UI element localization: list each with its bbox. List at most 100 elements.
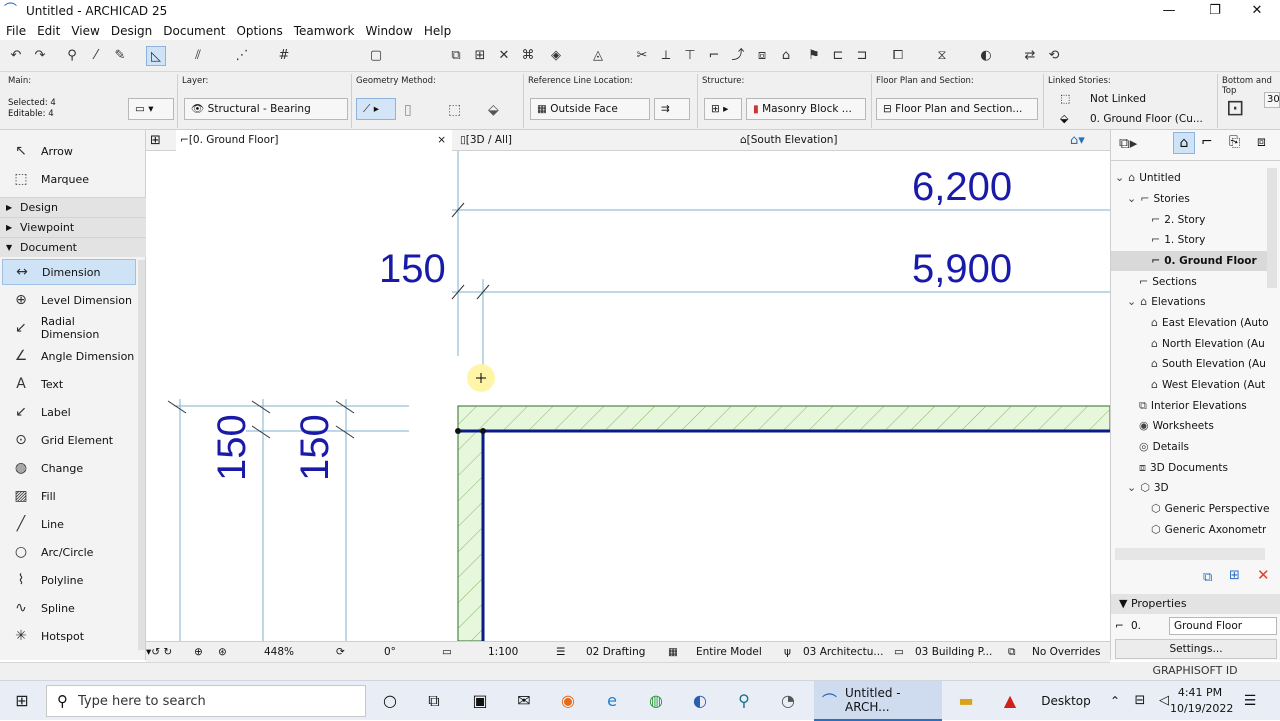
roof-icon[interactable]: ⌂ (776, 46, 796, 66)
edit-selection-icon[interactable]: ⧉ (446, 46, 466, 66)
publisher-icon[interactable]: ⧈ (1257, 134, 1266, 150)
scale-value[interactable]: 1:100 (488, 642, 518, 663)
tree-item-untitled[interactable]: ⌄ ⌂ Untitled (1115, 168, 1181, 188)
store-icon[interactable]: ▣ (466, 681, 494, 721)
model-view-option[interactable]: Entire Model (696, 642, 762, 663)
close-button[interactable]: ✕ (1234, 0, 1280, 22)
tool-text[interactable]: A Text (2, 371, 136, 397)
tool-dimension[interactable]: ↔ Dimension (2, 259, 136, 285)
floor-plan-dropdown[interactable]: ⊟ Floor Plan and Section... (876, 98, 1038, 120)
tab-overflow-icon[interactable]: ⌂▾ (1070, 130, 1085, 151)
snap-guides-icon[interactable]: ⫽ (188, 46, 208, 66)
settings-button[interactable]: Settings... (1115, 639, 1277, 659)
firefox-icon[interactable]: ◉ (554, 681, 582, 721)
flag-icon[interactable]: ⚑ (804, 46, 824, 66)
tree-item-west-elevation[interactable]: ⌂ West Elevation (Aut (1151, 375, 1265, 395)
taskbar-search[interactable]: ⚲ Type here to search (46, 685, 366, 717)
trim-icon[interactable]: ✂ (632, 46, 652, 66)
split-icon[interactable]: ⟂ (656, 46, 676, 66)
stretch-icon[interactable]: ⊐ (852, 46, 872, 66)
dimension-text-vertical[interactable]: 150 (210, 414, 255, 481)
linked-bottom-value[interactable]: 0. Ground Floor (Cu... (1090, 113, 1203, 125)
dimension-text-6200[interactable]: 6,200 (912, 165, 1012, 210)
tree-item-story-2[interactable]: ⌐ 2. Story (1151, 210, 1205, 230)
intersect-icon[interactable]: ✕ (494, 46, 514, 66)
tree-item-ground-floor[interactable]: ⌐ 0. Ground Floor (1111, 251, 1267, 271)
trapezoid-wall-icon[interactable]: ▯ (404, 102, 412, 118)
tree-item-story-1[interactable]: ⌐ 1. Story (1151, 230, 1205, 250)
layer-settings-icon[interactable]: ◈ (546, 46, 566, 66)
adjust-icon[interactable]: ⌘ (518, 46, 538, 66)
straight-wall-button[interactable]: ⟋ ▸ (356, 98, 396, 120)
snap-points-icon[interactable]: ⋰ (232, 46, 252, 66)
fillet-icon[interactable]: ⌐ (704, 46, 724, 66)
desktop-toolbar[interactable]: Desktop (1038, 681, 1094, 721)
inject-icon[interactable]: ✎ (110, 46, 130, 66)
taskbar-archicad[interactable]: ⌒ Untitled - ARCH... (814, 681, 942, 721)
elevation-height-icon[interactable]: ⊤ (680, 46, 700, 66)
redo-icon[interactable]: ↷ (30, 46, 50, 66)
properties-header[interactable]: ▼ Properties (1111, 594, 1280, 614)
tab-ground-floor[interactable]: ⌐ [0. Ground Floor] × (176, 130, 452, 151)
group-document[interactable]: ▼ Document (0, 237, 146, 257)
tool-fill[interactable]: ▨ Fill (2, 483, 136, 509)
tool-hotspot[interactable]: ✳ Hotspot (2, 623, 136, 649)
display-order-icon[interactable]: ⧠ (888, 46, 908, 66)
layer-combination[interactable]: 02 Drafting (586, 642, 645, 663)
tree-item-stories[interactable]: ⌄ ⌐ Stories (1127, 189, 1190, 209)
menu-file[interactable]: File (6, 24, 26, 38)
tool-angle-dimension[interactable]: ∠ Angle Dimension (2, 343, 136, 369)
tree-item-north-elevation[interactable]: ⌂ North Elevation (Au (1151, 334, 1265, 354)
send-receive-icon[interactable]: ⟲ (1044, 46, 1064, 66)
navigator-vscrollbar[interactable] (1267, 168, 1277, 288)
acrobat-icon[interactable]: ▲ (996, 681, 1024, 721)
tree-item-3d[interactable]: ⌄ ⬡ 3D (1127, 478, 1169, 498)
tab-3d-all[interactable]: ▯ [3D / All] (456, 130, 732, 151)
chrome-icon[interactable]: ◍ (642, 681, 670, 721)
volume-icon[interactable]: ◁ (1152, 681, 1176, 721)
tool-radial-dimension[interactable]: ↙ Radial Dimension (2, 315, 136, 341)
delete-icon[interactable]: ✕ (1257, 566, 1270, 584)
pen-set-value[interactable]: 03 Architectu... (803, 642, 883, 663)
tray-chevron-icon[interactable]: ⌃ (1104, 681, 1126, 721)
dimension-text-150[interactable]: 150 (379, 247, 446, 292)
menu-view[interactable]: View (71, 24, 99, 38)
tool-arc-circle[interactable]: ○ Arc/Circle (2, 539, 136, 565)
drawing-canvas[interactable]: 6,200 5,900 150 150 150 (146, 151, 1110, 641)
tree-item-elevations[interactable]: ⌄ ⌂ Elevations (1127, 292, 1205, 312)
tree-item-generic-perspective[interactable]: ⬡ Generic Perspective (1151, 499, 1269, 519)
group-icon[interactable]: ▢ (366, 46, 386, 66)
tool-arrow[interactable]: ↖ Arrow (2, 138, 136, 164)
dimension-text-vertical[interactable]: 150 (293, 414, 338, 481)
new-view-icon[interactable]: ⧉ (1203, 570, 1212, 585)
search-app-icon[interactable]: ⚲ (730, 681, 758, 721)
graphic-overrides[interactable]: No Overrides (1032, 642, 1101, 663)
globe-app-icon[interactable]: ◐ (686, 681, 714, 721)
dimension-text-5900[interactable]: 5,900 (912, 247, 1012, 292)
menu-teamwork[interactable]: Teamwork (294, 24, 355, 38)
offset-icon[interactable]: ⤴ (728, 46, 748, 66)
zoom-value[interactable]: 448% (264, 642, 294, 663)
tool-change[interactable]: ◍ Change (2, 455, 136, 481)
reference-line-dropdown[interactable]: ▦ Outside Face (530, 98, 650, 120)
notifications-icon[interactable]: ☰ (1238, 681, 1262, 721)
view-map-icon[interactable]: ⌐ (1201, 134, 1213, 150)
pick-up-icon[interactable]: ⁄ (86, 46, 106, 66)
menu-window[interactable]: Window (366, 24, 413, 38)
tool-label[interactable]: ↙ Label (2, 399, 136, 425)
layout-book-icon[interactable]: ⎘ (1229, 134, 1240, 150)
zoom-fit-icon[interactable]: ⊛ (218, 642, 227, 663)
navigator-hscrollbar[interactable] (1115, 548, 1265, 560)
edge-icon[interactable]: e (598, 681, 626, 721)
linked-top-value[interactable]: Not Linked (1090, 93, 1146, 105)
find-select-icon[interactable]: ⚲ (62, 46, 82, 66)
menu-document[interactable]: Document (163, 24, 225, 38)
zoom-nav-icon[interactable]: ▾↺ ↻ (146, 642, 172, 663)
grid-snap-icon[interactable]: # (274, 46, 294, 66)
tool-spline[interactable]: ∿ Spline (2, 595, 136, 621)
add-clone-icon[interactable]: ⊞ (1229, 568, 1240, 583)
menu-help[interactable]: Help (424, 24, 451, 38)
toolbox-scrollbar[interactable] (138, 260, 145, 650)
dimension-tool-icon[interactable]: ⊞ (470, 46, 490, 66)
tab-list-icon[interactable]: ⊞ (150, 130, 161, 151)
